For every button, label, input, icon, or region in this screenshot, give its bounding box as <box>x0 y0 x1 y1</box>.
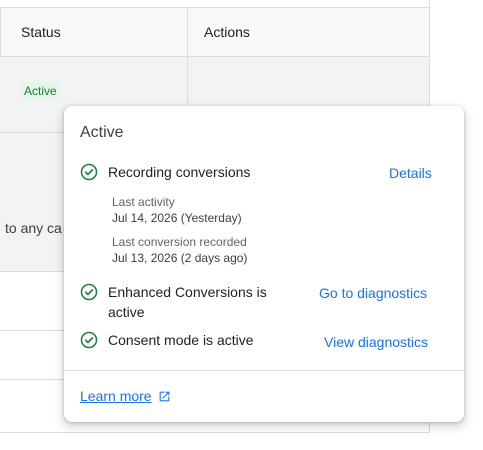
view-diagnostics-link[interactable]: View diagnostics <box>324 332 428 352</box>
recording-conversions-label: Recording conversions <box>108 164 251 180</box>
external-link-icon <box>159 391 169 401</box>
column-separator <box>187 8 188 57</box>
go-to-diagnostics-link[interactable]: Go to diagnostics <box>319 283 427 303</box>
learn-more-link[interactable]: Learn more <box>80 388 171 404</box>
enhanced-conversions-line2: active <box>108 304 145 320</box>
status-popover: Active Recording conversions Details Las… <box>64 106 464 422</box>
check-circle-icon <box>80 163 98 181</box>
learn-more-label: Learn more <box>80 388 152 404</box>
status-badge[interactable]: Active <box>21 82 60 100</box>
check-circle-icon <box>80 283 98 301</box>
consent-mode-label: Consent mode is active <box>108 332 254 348</box>
last-conversion-label: Last conversion recorded <box>112 235 247 249</box>
popover-title: Active <box>80 124 124 141</box>
last-activity-label: Last activity <box>112 195 175 209</box>
last-activity-value: Jul 14, 2026 (Yesterday) <box>112 211 242 225</box>
row-description: to any ca <box>5 220 62 236</box>
details-link[interactable]: Details <box>389 163 432 183</box>
last-conversion-value: Jul 13, 2026 (2 days ago) <box>112 251 248 265</box>
status-column-header[interactable]: Status <box>21 24 61 40</box>
actions-column-header[interactable]: Actions <box>204 24 250 40</box>
stage: Status Actions Active to any ca Active R… <box>0 0 483 450</box>
enhanced-conversions-line1: Enhanced Conversions is <box>108 284 267 300</box>
check-circle-icon <box>80 331 98 349</box>
popover-divider <box>64 370 464 371</box>
enhanced-conversions-label: Enhanced Conversions is active <box>108 282 267 322</box>
